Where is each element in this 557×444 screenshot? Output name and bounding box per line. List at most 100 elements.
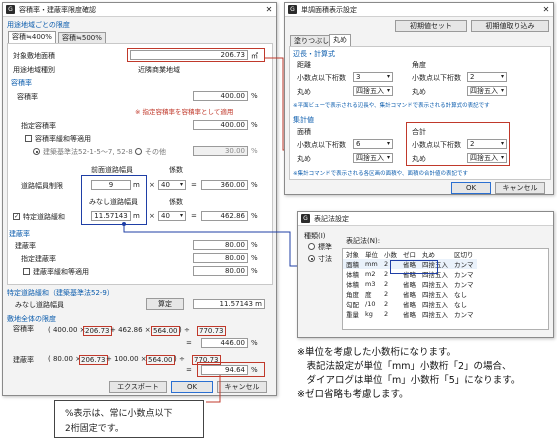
table-cell: なし <box>454 291 467 299</box>
chevron-down-icon: ▾ <box>500 87 504 94</box>
table-cell: カンマ <box>454 281 474 289</box>
title-bar: G 表記法設定 <box>298 212 553 226</box>
callout-line-2: 2桁固定です。 <box>65 424 124 434</box>
table-cell: 省略 <box>403 281 416 289</box>
table-row[interactable]: 重量 kg 2 省略 四捨五入 カンマ <box>343 309 477 319</box>
dimension-radio[interactable] <box>308 255 315 262</box>
distance-decimals-value: 3 <box>356 73 361 81</box>
dialog-title: 表記法設定 <box>314 214 349 223</box>
distance-round-label: 丸め <box>297 88 311 96</box>
area-label: 面積 <box>297 128 311 136</box>
table-cell: 面積 <box>346 261 359 269</box>
note-line-3: ダイアログは単位「m」小数桁「5」になります。 <box>297 375 521 386</box>
notation-table: 対象 単位 小数 ゼロ 丸め 区切り 面積 mm 2 省略 四捨五入 カンマ 体… <box>342 248 549 330</box>
table-cell: なし <box>454 301 467 309</box>
table-cell: 重量 <box>346 311 359 319</box>
table-cell: mm <box>365 260 378 268</box>
standard-radio[interactable] <box>308 243 315 250</box>
area-decimals-label: 小数点以下桁数 <box>297 141 346 149</box>
table-cell: 省略 <box>403 301 416 309</box>
unit-cancel-button[interactable]: キャンセル <box>495 182 545 194</box>
col-header: 丸め <box>422 251 435 259</box>
table-row[interactable]: 体積 m3 2 省略 四捨五入 カンマ <box>343 279 477 289</box>
col-header: 単位 <box>365 251 378 259</box>
table-cell: カンマ <box>454 261 474 269</box>
chevron-down-icon: ▾ <box>386 87 390 94</box>
unit-decimal-highlight <box>390 260 438 274</box>
distance-decimals-label: 小数点以下桁数 <box>297 74 346 82</box>
table-cell: 四捨五入 <box>422 291 448 299</box>
table-cell: 勾配 <box>346 301 359 309</box>
angle-round-value: 四捨五入 <box>470 87 498 95</box>
area-round-label: 丸め <box>297 155 311 163</box>
app-logo-icon: G <box>301 214 310 223</box>
dialog-title: 単調面積表示設定 <box>301 5 357 14</box>
reset-defaults-button[interactable]: 初期値セット <box>395 20 467 32</box>
dimension-option-label: 寸法 <box>318 255 332 263</box>
angle-decimals-value: 2 <box>470 73 475 81</box>
blue-connector-dot <box>122 222 126 226</box>
aggregate-note: ※集計コマンドで表示される各区画の面積や、面積の合計値の表記です <box>293 171 468 177</box>
distance-decimals-select[interactable]: 3 ▾ <box>353 72 393 82</box>
area-round-value: 四捨五入 <box>356 154 384 162</box>
notation-label: 表記法(N): <box>346 237 381 245</box>
chevron-down-icon: ▾ <box>500 73 504 80</box>
table-header-row: 対象 単位 小数 ゼロ 丸め 区切り <box>343 249 477 259</box>
table-cell: 角度 <box>346 291 359 299</box>
table-cell: 2 <box>384 300 389 308</box>
title-bar: G 単調面積表示設定 ✕ <box>285 3 553 17</box>
table-cell: 度 <box>365 291 372 299</box>
table-cell: カンマ <box>454 311 474 319</box>
section-side-length: 辺長・計算式 <box>293 50 335 58</box>
total-highlight <box>406 122 510 166</box>
table-cell: 四捨五入 <box>422 281 448 289</box>
callout-line-1: %表示は、常に小数点以下 <box>65 409 173 419</box>
distance-round-select[interactable]: 四捨五入 ▾ <box>353 86 393 96</box>
app-logo-icon: G <box>288 5 297 14</box>
tab-fill[interactable]: 塗りつぶし <box>290 35 334 46</box>
notation-dialog: G 表記法設定 種類(I) 標準 寸法 表記法(N): 対象 単位 小数 ゼロ … <box>297 211 554 338</box>
red-connector-callout <box>206 375 221 403</box>
note-line-1: ※単位を考慮した小数桁になります。 <box>297 347 457 358</box>
table-cell: 2 <box>384 290 389 298</box>
angle-round-label: 丸め <box>412 88 426 96</box>
table-cell: kg <box>365 310 373 318</box>
note-line-4: ※ゼロ省略も考慮します。 <box>297 389 409 400</box>
area-round-select[interactable]: 四捨五入 ▾ <box>353 153 393 163</box>
angle-decimals-select[interactable]: 2 ▾ <box>467 72 507 82</box>
pct-callout: %表示は、常に小数点以下 2桁固定です。 <box>54 400 204 438</box>
table-row[interactable]: 勾配 /10 2 省略 四捨五入 なし <box>343 299 477 309</box>
table-cell: 四捨五入 <box>422 301 448 309</box>
chevron-down-icon: ▾ <box>386 154 390 161</box>
table-cell: 2 <box>384 280 389 288</box>
distance-round-value: 四捨五入 <box>356 87 384 95</box>
tab-rounding[interactable]: 丸め <box>329 34 351 46</box>
chevron-down-icon: ▾ <box>386 140 390 147</box>
col-header: 対象 <box>346 251 359 259</box>
close-icon[interactable]: ✕ <box>539 3 553 16</box>
angle-round-select[interactable]: 四捨五入 ▾ <box>467 86 507 96</box>
unit-display-dialog: G 単調面積表示設定 ✕ 初期値セット 初期値取り込み 塗りつぶし 丸め 辺長・… <box>284 2 554 195</box>
load-defaults-button[interactable]: 初期値取り込み <box>471 20 549 32</box>
note-line-2: 表記法設定が単位「mm」小数桁「2」の場合、 <box>297 361 512 372</box>
standard-option-label: 標準 <box>318 243 332 251</box>
area-decimals-value: 6 <box>356 140 361 148</box>
unit-ok-button[interactable]: OK <box>451 182 491 194</box>
blue-connector-road <box>123 224 304 267</box>
table-cell: 省略 <box>403 311 416 319</box>
area-decimals-select[interactable]: 6 ▾ <box>353 139 393 149</box>
table-cell: カンマ <box>454 271 474 279</box>
table-cell: 省略 <box>403 291 416 299</box>
col-header: ゼロ <box>403 251 416 259</box>
table-cell: 2 <box>384 310 389 318</box>
table-cell: m3 <box>365 280 376 288</box>
angle-label: 角度 <box>412 61 426 69</box>
table-row[interactable]: 角度 度 2 省略 四捨五入 なし <box>343 289 477 299</box>
col-header: 区切り <box>454 251 474 259</box>
side-length-note: ※平面ビューで表示される辺長や、集計コマンドで表示される計算式の表記です <box>293 103 490 109</box>
table-cell: 体積 <box>346 271 359 279</box>
angle-decimals-label: 小数点以下桁数 <box>412 74 461 82</box>
table-cell: /10 <box>365 300 376 308</box>
table-cell: 体積 <box>346 281 359 289</box>
table-cell: 四捨五入 <box>422 311 448 319</box>
